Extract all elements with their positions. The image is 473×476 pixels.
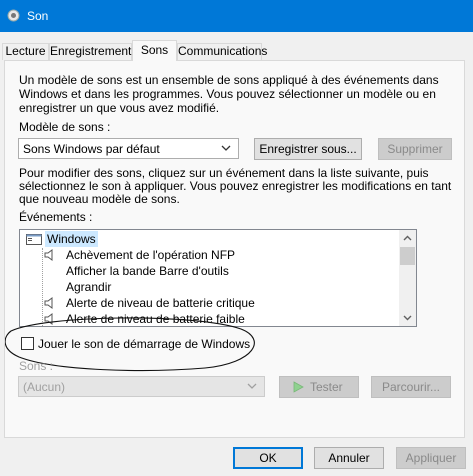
speaker-app-icon (7, 9, 20, 22)
event-group-windows[interactable]: Windows (20, 231, 402, 247)
event-label: Achèvement de l'opération NFP (66, 248, 236, 262)
event-label: Agrandir (66, 280, 112, 294)
browse-button[interactable]: Parcourir... (371, 376, 451, 398)
sounds-label: Sons : (19, 359, 54, 373)
intro-line-1: Un modèle de sons est un ensemble de son… (19, 73, 439, 87)
apply-button[interactable]: Appliquer (396, 447, 466, 469)
ok-button[interactable]: OK (233, 447, 303, 469)
sons-panel: Un modèle de sons est un ensemble de son… (4, 60, 465, 438)
tab-communications[interactable]: Communications (177, 43, 267, 60)
event-row[interactable]: Agrandir (20, 279, 402, 295)
delete-button[interactable]: Supprimer (378, 138, 452, 160)
sound-value: (Aucun) (23, 380, 66, 394)
instructions-line-2: sélectionnez le son à appliquer. Vous po… (19, 179, 452, 193)
instructions-line-3: que nouveau modèle de sons. (19, 192, 180, 206)
event-row[interactable]: Achèvement de l'opération NFP (20, 247, 402, 263)
cancel-button[interactable]: Annuler (314, 447, 384, 469)
events-scrollbar[interactable] (399, 230, 416, 326)
startup-sound-checkbox[interactable] (21, 337, 34, 350)
window-title: Son (27, 9, 49, 23)
event-label: Afficher la bande Barre d'outils (66, 264, 229, 278)
test-button[interactable]: Tester (279, 376, 359, 398)
event-row[interactable]: Alerte de niveau de batterie critique (20, 295, 402, 311)
dialog-button-bar: OK Annuler Appliquer (0, 438, 473, 476)
scheme-value: Sons Windows par défaut (23, 142, 160, 156)
instructions-line-1: Pour modifier des sons, cliquez sur un é… (19, 166, 429, 180)
play-icon (293, 381, 304, 393)
tab-strip: Lecture Enregistrement Sons Communicatio… (0, 40, 473, 61)
intro-line-2: Windows et dans les programmes. Vous pou… (19, 87, 436, 101)
scrollbar-thumb[interactable] (400, 247, 415, 265)
sound-dropdown[interactable]: (Aucun) (18, 376, 265, 397)
tab-enregistrement[interactable]: Enregistrement (49, 43, 132, 60)
scheme-label: Modèle de sons : (19, 120, 111, 134)
speaker-icon (44, 249, 53, 261)
scroll-up-icon[interactable] (402, 233, 413, 244)
tab-sons[interactable]: Sons (132, 40, 177, 61)
save-as-button[interactable]: Enregistrer sous... (254, 138, 362, 160)
tab-lecture[interactable]: Lecture (2, 43, 49, 60)
startup-sound-label[interactable]: Jouer le son de démarrage de Windows (38, 337, 250, 351)
test-button-label: Tester (310, 380, 343, 394)
title-bar: Son (0, 0, 473, 32)
event-label: Alerte de niveau de batterie critique (66, 296, 255, 310)
intro-line-3: enregistrer un que vous avez modifié. (19, 101, 220, 115)
scheme-dropdown[interactable]: Sons Windows par défaut (18, 138, 239, 159)
window-group-icon (26, 234, 42, 245)
scroll-down-icon[interactable] (402, 312, 413, 323)
event-label: Windows (45, 231, 98, 247)
chevron-down-icon (221, 145, 231, 151)
speaker-icon (44, 297, 53, 309)
events-label: Événements : (19, 210, 93, 224)
event-row[interactable]: Afficher la bande Barre d'outils (20, 263, 402, 279)
chevron-down-icon (247, 383, 257, 389)
